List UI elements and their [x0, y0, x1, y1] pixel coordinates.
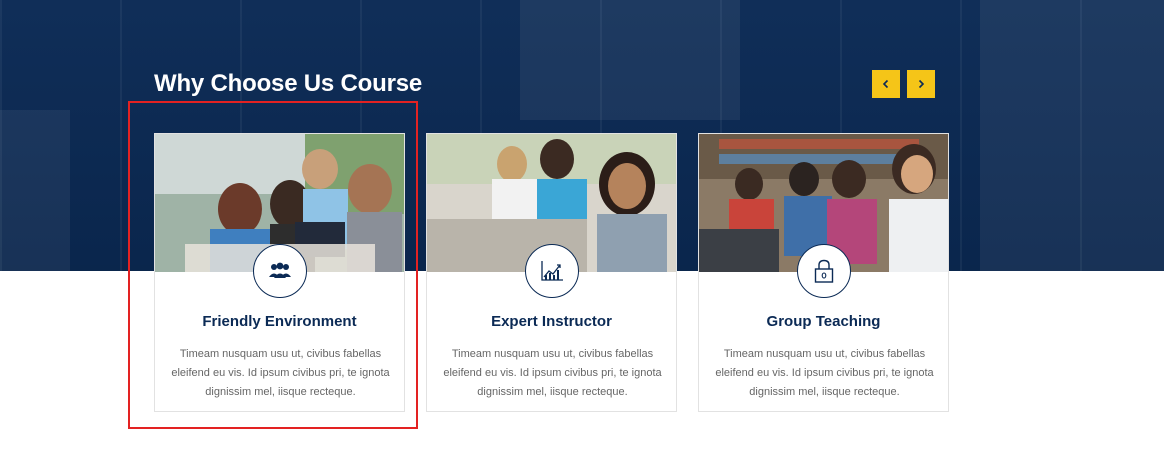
card-description: Timeam nusquam usu ut, civibus fabellas … — [443, 348, 662, 398]
chevron-left-icon — [882, 79, 889, 89]
growth-chart-icon — [541, 261, 563, 281]
card-title: Expert Instructor — [491, 313, 612, 330]
chevron-right-icon — [918, 79, 925, 89]
background-figure — [0, 110, 70, 271]
card-description: Timeam nusquam usu ut, civibus fabellas … — [715, 348, 934, 398]
card-icon-badge — [525, 244, 579, 298]
padlock-icon — [814, 259, 834, 283]
background-window — [980, 0, 1164, 271]
feature-card-expert-instructor[interactable]: Expert Instructor Timeam nusquam usu ut,… — [426, 133, 677, 412]
selection-highlight-box — [128, 101, 418, 429]
background-window — [520, 0, 740, 120]
feature-card-group-teaching[interactable]: Group Teaching Timeam nusquam usu ut, ci… — [698, 133, 949, 412]
card-icon-badge — [797, 244, 851, 298]
section-title: Why Choose Us Course — [154, 70, 423, 97]
carousel-next-button[interactable] — [907, 70, 935, 98]
card-title: Group Teaching — [766, 313, 881, 330]
carousel-prev-button[interactable] — [872, 70, 900, 98]
